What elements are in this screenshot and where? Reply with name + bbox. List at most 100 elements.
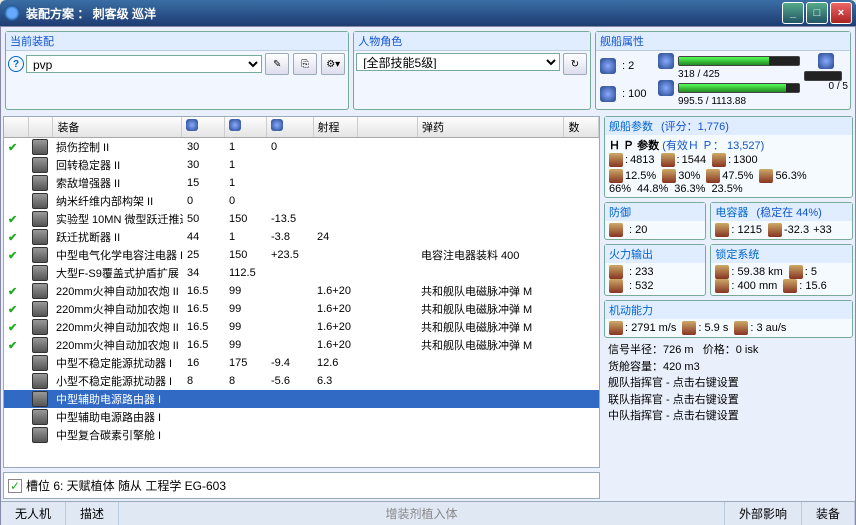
col-range[interactable]: 射程 (314, 117, 358, 137)
tab-implants[interactable]: 增装剂植入体 (119, 502, 725, 525)
launcher-icon (600, 86, 616, 102)
armor-icon (661, 153, 675, 167)
active-check[interactable]: ✔ (4, 249, 28, 262)
rig-val: 0 / 5 (804, 81, 848, 92)
char-refresh-button[interactable]: ↻ (563, 53, 587, 75)
character-select[interactable]: [全部技能5级] (356, 53, 560, 71)
table-row[interactable]: ✔220mm火神自动加农炮 II16.5991.6+20共和舰队电磁脉冲弹 M (4, 318, 599, 336)
module-name: 小型不稳定能源扰动器 I (52, 373, 183, 389)
rig-icon (818, 53, 834, 69)
hull-icon (712, 153, 726, 167)
module-name: 220mm火神自动加农炮 II (52, 319, 183, 335)
col-cpu-icon[interactable] (186, 119, 198, 131)
module-icon (32, 265, 48, 281)
module-table[interactable]: 装备 射程 弹药 数 ✔损伤控制 II3010回转稳定器 II301索敌增强器 … (3, 116, 600, 468)
targets-icon (789, 265, 803, 279)
col-equip[interactable]: 装备 (53, 117, 182, 137)
module-icon (32, 391, 48, 407)
table-row[interactable]: 中型辅助电源路由器 I (4, 408, 599, 426)
current-fit-header: 当前装配 (6, 32, 348, 51)
module-name: 大型F-S9覆盖式护盾扩展 (52, 265, 183, 281)
ammo-name: 共和舰队电磁脉冲弹 M (417, 301, 565, 317)
tab-external[interactable]: 外部影响 (725, 502, 802, 525)
active-check[interactable]: ✔ (4, 285, 28, 298)
copy-fit-button[interactable]: ⎘ (293, 53, 317, 75)
table-row[interactable]: ✔220mm火神自动加农炮 II16.5991.6+20共和舰队电磁脉冲弹 M (4, 282, 599, 300)
module-icon (32, 409, 48, 425)
active-check[interactable]: ✔ (4, 231, 28, 244)
table-row[interactable]: 纳米纤维内部构架 II00 (4, 192, 599, 210)
module-name: 实验型 10MN 微型跃迁推进器 I (52, 211, 183, 227)
params-header: 舰船参数 (609, 118, 653, 134)
rep-icon (609, 223, 623, 237)
module-name: 损伤控制 II (52, 139, 183, 155)
tab-equip[interactable]: 装备 (802, 502, 855, 525)
module-name: 跃迁扰断器 II (52, 229, 183, 245)
module-icon (32, 247, 48, 263)
tab-drones[interactable]: 无人机 (1, 502, 66, 525)
minimize-button[interactable]: _ (782, 2, 804, 24)
col-cap-icon[interactable] (271, 119, 283, 131)
active-check[interactable]: ✔ (4, 321, 28, 334)
implant-slot[interactable]: ✓ 槽位 6: 天赋植体 随从 工程学 EG-603 (3, 472, 600, 499)
turret-dps-icon (609, 265, 623, 279)
fleet-cmd-3[interactable]: 中队指挥官 - 点击右键设置 (608, 408, 849, 425)
module-icon (32, 427, 48, 443)
table-row[interactable]: 小型不稳定能源扰动器 I88-5.66.3 (4, 372, 599, 390)
rename-fit-button[interactable]: ✎ (265, 53, 289, 75)
fire-header: 火力输出 (609, 246, 653, 262)
fleet-cmd-2[interactable]: 联队指挥官 - 点击右键设置 (608, 392, 849, 409)
th-icon (662, 169, 676, 183)
table-row[interactable]: ✔实验型 10MN 微型跃迁推进器 I50150-13.5 (4, 210, 599, 228)
pg-val: 995.5 / 1113.88 (658, 96, 800, 107)
module-name: 纳米纤维内部构架 II (52, 193, 183, 209)
range-icon (715, 265, 729, 279)
col-qty[interactable]: 数 (564, 117, 599, 137)
ki-icon (706, 169, 720, 183)
pg-icon (658, 80, 674, 96)
table-row[interactable]: 中型复合碳素引擎舱 I (4, 426, 599, 444)
table-row[interactable]: ✔220mm火神自动加农炮 II16.5991.6+20共和舰队电磁脉冲弹 M (4, 300, 599, 318)
tab-desc[interactable]: 描述 (66, 502, 119, 525)
active-check[interactable]: ✔ (4, 339, 28, 352)
module-icon (32, 319, 48, 335)
active-check[interactable]: ✔ (4, 213, 28, 226)
module-name: 220mm火神自动加农炮 II (52, 283, 183, 299)
table-row[interactable]: 索敌增强器 II151 (4, 174, 599, 192)
help-icon[interactable]: ? (8, 56, 24, 72)
table-row[interactable]: 中型不稳定能源扰动器 I16175-9.412.6 (4, 354, 599, 372)
fit-select[interactable]: pvp (26, 55, 262, 73)
table-row[interactable]: 中型辅助电源路由器 I (4, 390, 599, 408)
table-row[interactable]: 大型F-S9覆盖式护盾扩展34112.5 (4, 264, 599, 282)
fleet-cmd-1[interactable]: 舰队指挥官 - 点击右键设置 (608, 375, 849, 392)
maximize-button[interactable]: □ (806, 2, 828, 24)
scanres-icon (715, 279, 729, 293)
module-name: 220mm火神自动加农炮 II (52, 301, 183, 317)
module-icon (32, 283, 48, 299)
close-button[interactable]: × (830, 2, 852, 24)
table-row[interactable]: 回转稳定器 II301 (4, 156, 599, 174)
character-header: 人物角色 (354, 32, 590, 51)
ammo-name: 共和舰队电磁脉冲弹 M (417, 337, 565, 353)
align-icon (682, 321, 696, 335)
table-row[interactable]: ✔跃迁扰断器 II441-3.824 (4, 228, 599, 246)
mobility-header: 机动能力 (609, 302, 653, 318)
module-icon (32, 355, 48, 371)
module-icon (32, 211, 48, 227)
tool-button[interactable]: ⚙▾ (321, 53, 345, 75)
table-row[interactable]: ✔中型电气化学电容注电器 I25150+23.5电容注电器装料 400 (4, 246, 599, 264)
cap-delta-icon (768, 223, 782, 237)
module-name: 中型复合碳素引擎舱 I (52, 427, 183, 443)
active-check[interactable]: ✔ (4, 141, 28, 154)
slot-check-icon[interactable]: ✓ (8, 479, 22, 493)
window-title: 装配方案 ： 刺客级 巡洋 (26, 5, 780, 22)
speed-icon (609, 321, 623, 335)
table-row[interactable]: ✔220mm火神自动加农炮 II16.5991.6+20共和舰队电磁脉冲弹 M (4, 336, 599, 354)
active-check[interactable]: ✔ (4, 303, 28, 316)
ammo-name: 共和舰队电磁脉冲弹 M (417, 319, 565, 335)
defense-header: 防御 (609, 204, 631, 220)
shield-icon (609, 153, 623, 167)
table-row[interactable]: ✔损伤控制 II3010 (4, 138, 599, 156)
col-ammo[interactable]: 弹药 (418, 117, 565, 137)
col-pg-icon[interactable] (229, 119, 241, 131)
